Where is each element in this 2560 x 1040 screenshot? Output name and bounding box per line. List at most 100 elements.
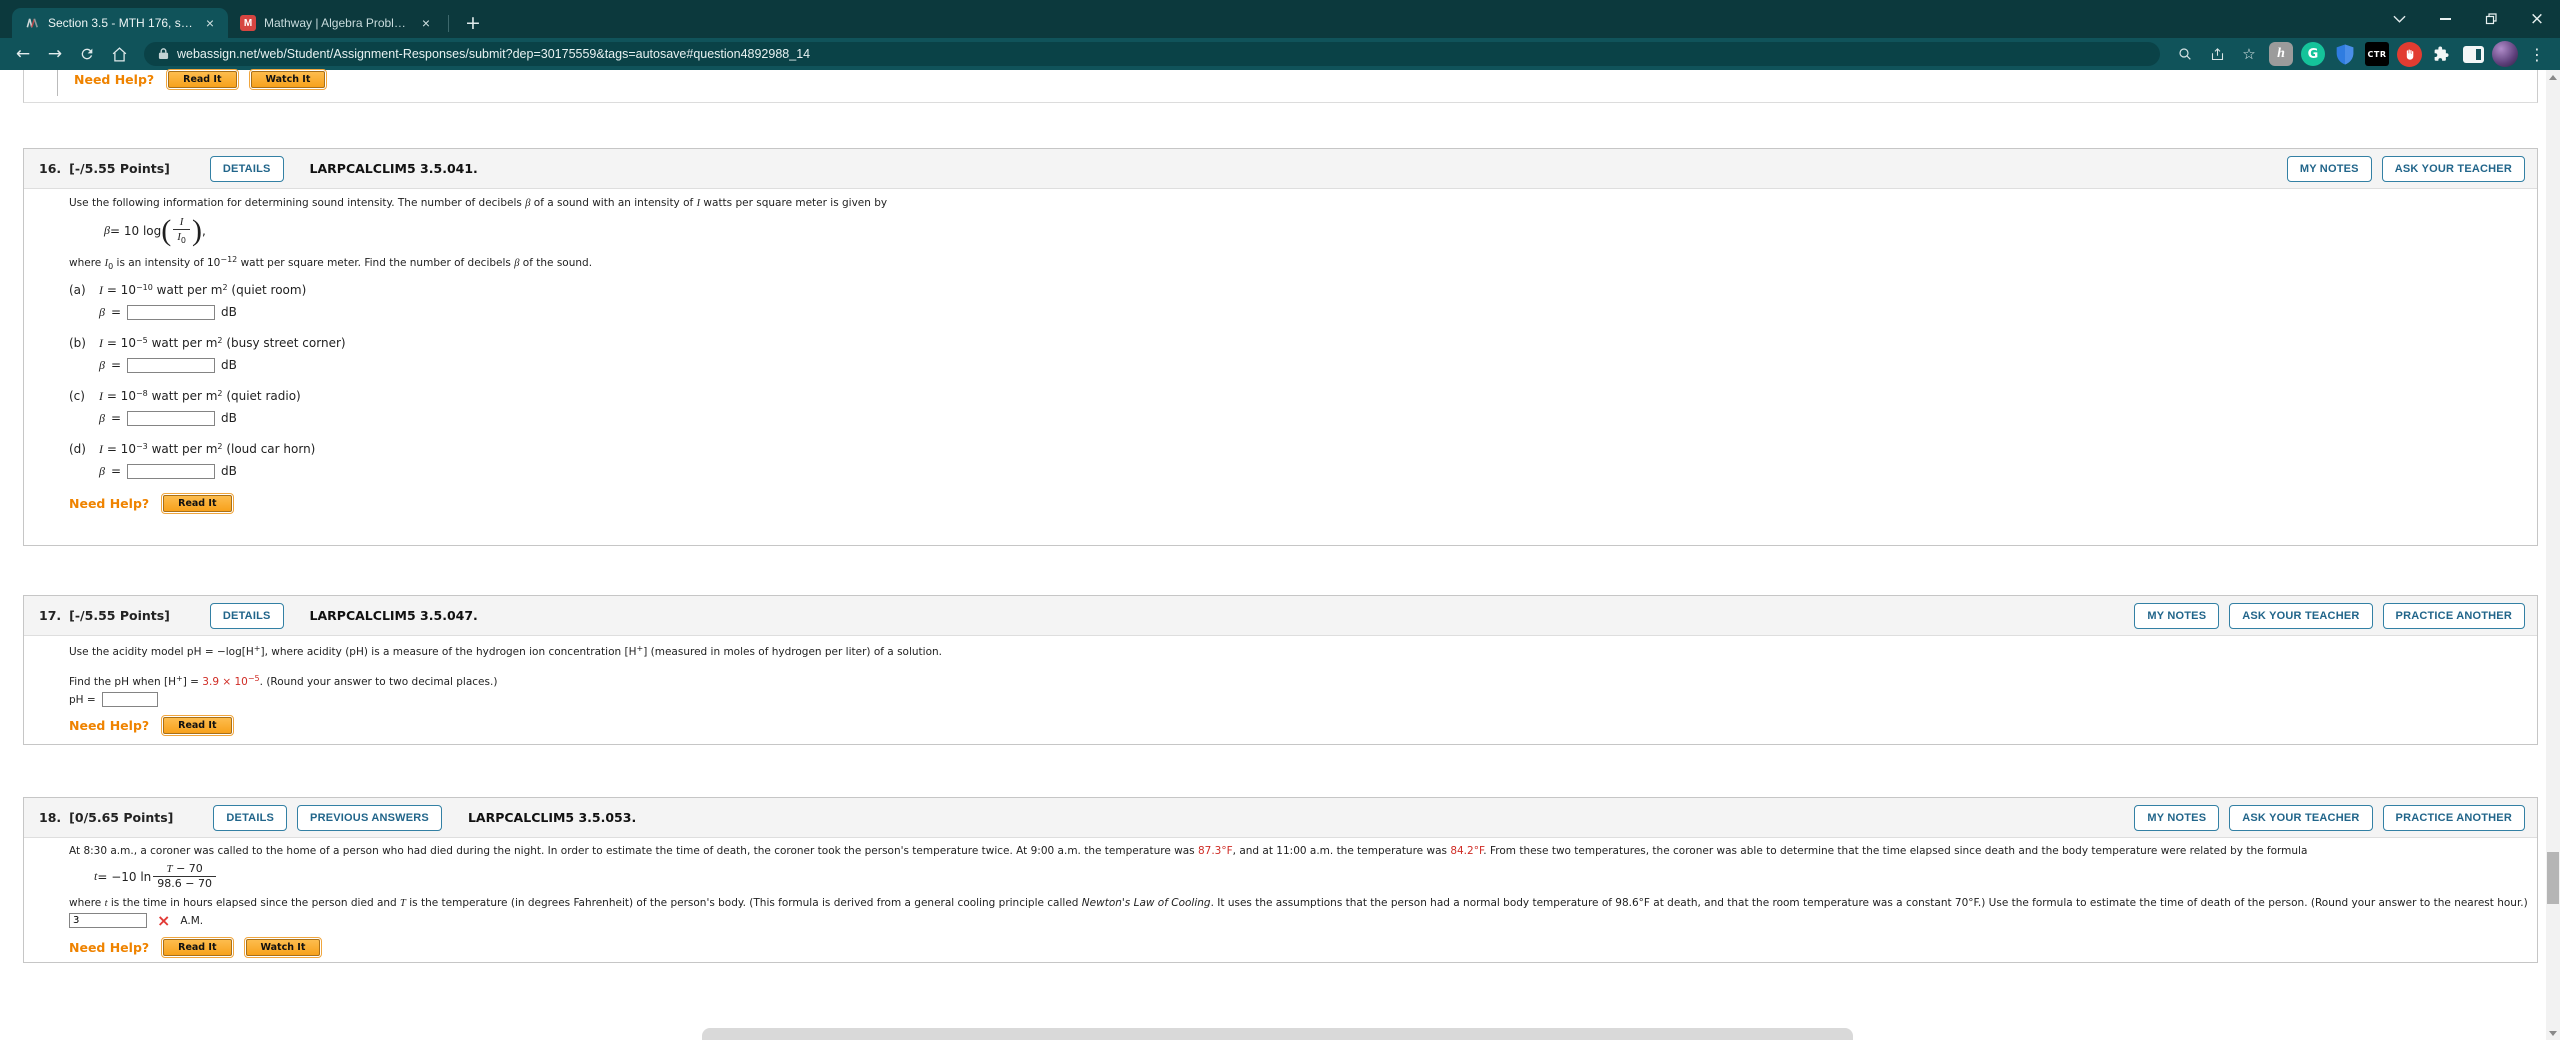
answer-input-17[interactable] bbox=[101, 692, 158, 707]
home-button[interactable] bbox=[104, 40, 134, 68]
text-segment: ], where acidity (pH) is a measure of th… bbox=[260, 646, 637, 658]
need-help-label: Need Help? bbox=[69, 495, 150, 511]
denominator: I0 bbox=[173, 229, 190, 246]
question-number: 16. bbox=[39, 161, 62, 176]
paren: ) bbox=[192, 214, 202, 248]
question-18: 18. [0/5.65 Points] DETAILS PREVIOUS ANS… bbox=[23, 797, 2538, 963]
ask-your-teacher-button[interactable]: ASK YOUR TEACHER bbox=[2229, 804, 2373, 831]
text-segment: . (Round your answer to two decimal plac… bbox=[259, 676, 498, 688]
window-controls: × bbox=[2376, 0, 2560, 38]
minimize-button[interactable] bbox=[2422, 0, 2468, 38]
read-it-button[interactable]: Read It bbox=[161, 715, 234, 736]
question-points: [0/5.65 Points] bbox=[69, 810, 174, 825]
math-var: β bbox=[99, 410, 105, 425]
reload-button[interactable] bbox=[72, 40, 102, 68]
profile-avatar[interactable] bbox=[2490, 40, 2520, 68]
question-16-header: 16. [-/5.55 Points] DETAILS LARPCALCLIM5… bbox=[24, 149, 2537, 189]
question-17-find-line: Find the pH when [H+] = 3.9 × 10−5. (Rou… bbox=[69, 674, 2517, 688]
red-value: 3.9 × 10 bbox=[202, 676, 248, 688]
url-bar[interactable]: webassign.net/web/Student/Assignment-Res… bbox=[144, 42, 2160, 66]
numerator: T − 70 bbox=[166, 862, 203, 875]
zoom-search-icon[interactable] bbox=[2170, 40, 2200, 68]
browser-menu-icon[interactable]: ⋮ bbox=[2522, 40, 2552, 68]
watch-it-button[interactable]: Watch It bbox=[243, 936, 323, 958]
question-16-intro: Use the following information for determ… bbox=[69, 197, 2517, 209]
need-help-row: Need Help? Read It bbox=[69, 492, 2517, 514]
text-segment: = 10 bbox=[103, 282, 136, 297]
my-notes-button[interactable]: MY NOTES bbox=[2134, 602, 2220, 629]
answer-label: pH = bbox=[69, 693, 96, 706]
details-button[interactable]: DETAILS bbox=[213, 804, 288, 831]
share-icon[interactable] bbox=[2202, 40, 2232, 68]
answer-input-16a[interactable] bbox=[127, 304, 216, 320]
text-segment: watt per m bbox=[147, 388, 218, 403]
details-button[interactable]: DETAILS bbox=[209, 602, 284, 629]
tab-title: Mathway | Algebra Problem Solve bbox=[264, 16, 410, 30]
practice-another-button[interactable]: PRACTICE ANOTHER bbox=[2382, 804, 2525, 831]
forward-button[interactable]: → bbox=[40, 40, 70, 68]
details-button[interactable]: DETAILS bbox=[209, 155, 284, 182]
sidebar-icon[interactable] bbox=[2458, 40, 2488, 68]
question-18-header: 18. [0/5.65 Points] DETAILS PREVIOUS ANS… bbox=[24, 798, 2537, 838]
read-it-button[interactable]: Read It bbox=[161, 492, 234, 514]
read-it-button[interactable]: Read It bbox=[161, 936, 234, 958]
text-segment: = −10 ln bbox=[97, 869, 152, 884]
close-window-button[interactable]: × bbox=[2514, 0, 2560, 38]
extensions-puzzle-icon[interactable] bbox=[2426, 40, 2456, 68]
text-segment: . It uses the assumptions that the perso… bbox=[1210, 896, 2528, 909]
text-segment: . From these two temperatures, the coron… bbox=[1483, 845, 2308, 857]
page-footer-bar bbox=[702, 1028, 1853, 1040]
restore-button[interactable] bbox=[2468, 0, 2514, 38]
answer-input-16d[interactable] bbox=[127, 463, 216, 479]
hand-blocker-extension-icon[interactable] bbox=[2394, 40, 2424, 68]
superscript: −10 bbox=[135, 282, 153, 292]
need-help-row: Need Help? Read It Watch It bbox=[69, 936, 2517, 958]
math-var: β bbox=[99, 463, 105, 478]
scroll-up-button[interactable] bbox=[2546, 70, 2560, 84]
scrollbar-thumb[interactable] bbox=[2547, 852, 2559, 904]
superscript: + bbox=[176, 674, 183, 683]
text-segment: watt per m bbox=[147, 335, 218, 350]
divider bbox=[57, 70, 58, 96]
red-superscript: −5 bbox=[247, 674, 260, 683]
back-button[interactable]: ← bbox=[8, 40, 38, 68]
text-segment: , bbox=[202, 223, 206, 238]
browser-tab-mathway[interactable]: M Mathway | Algebra Problem Solve × bbox=[228, 8, 444, 38]
shield-extension-icon[interactable] bbox=[2330, 40, 2360, 68]
new-tab-button[interactable]: + bbox=[455, 12, 491, 34]
my-notes-button[interactable]: MY NOTES bbox=[2134, 804, 2220, 831]
question-number: 18. bbox=[39, 810, 62, 825]
scroll-down-button[interactable] bbox=[2546, 1026, 2560, 1040]
browser-tab-webassign[interactable]: Section 3.5 - MTH 176, section 02 × bbox=[12, 8, 228, 38]
bookmark-star-icon[interactable]: ☆ bbox=[2234, 40, 2264, 68]
tab-close-icon[interactable]: × bbox=[202, 15, 218, 31]
text-segment: Find the pH when [H bbox=[69, 676, 177, 688]
answer-input-16c[interactable] bbox=[127, 410, 216, 426]
ask-your-teacher-button[interactable]: ASK YOUR TEACHER bbox=[2381, 155, 2525, 182]
page-scrollbar[interactable] bbox=[2546, 70, 2560, 1040]
math-var: β bbox=[99, 357, 105, 372]
math-var: β bbox=[99, 304, 105, 319]
part-label: (a) bbox=[69, 282, 86, 297]
tab-title: Section 3.5 - MTH 176, section 02 bbox=[48, 16, 194, 30]
part-label: (c) bbox=[69, 388, 85, 403]
tab-close-icon[interactable]: × bbox=[418, 15, 434, 31]
previous-answers-button[interactable]: PREVIOUS ANSWERS bbox=[297, 804, 442, 831]
superscript: −5 bbox=[135, 335, 148, 345]
read-it-button[interactable]: Read It bbox=[166, 69, 239, 90]
question-18-paragraph-1: At 8:30 a.m., a coroner was called to th… bbox=[69, 845, 2517, 857]
my-notes-button[interactable]: MY NOTES bbox=[2286, 155, 2372, 182]
unit-label: dB bbox=[221, 305, 237, 320]
tab-search-chevron-icon[interactable] bbox=[2376, 0, 2422, 38]
superscript: −8 bbox=[135, 388, 148, 398]
answer-input-18[interactable] bbox=[69, 913, 147, 929]
answer-input-16b[interactable] bbox=[127, 357, 216, 373]
ctr-extension-icon[interactable]: CTR bbox=[2362, 40, 2392, 68]
honey-extension-icon[interactable]: h bbox=[2266, 40, 2296, 68]
ask-your-teacher-button[interactable]: ASK YOUR TEACHER bbox=[2229, 602, 2373, 629]
need-help-row: Need Help? Read It bbox=[69, 715, 2517, 736]
practice-another-button[interactable]: PRACTICE ANOTHER bbox=[2382, 602, 2525, 629]
watch-it-button[interactable]: Watch It bbox=[248, 69, 328, 90]
text-segment: watts per square meter is given by bbox=[700, 197, 888, 209]
grammarly-extension-icon[interactable]: G bbox=[2298, 40, 2328, 68]
